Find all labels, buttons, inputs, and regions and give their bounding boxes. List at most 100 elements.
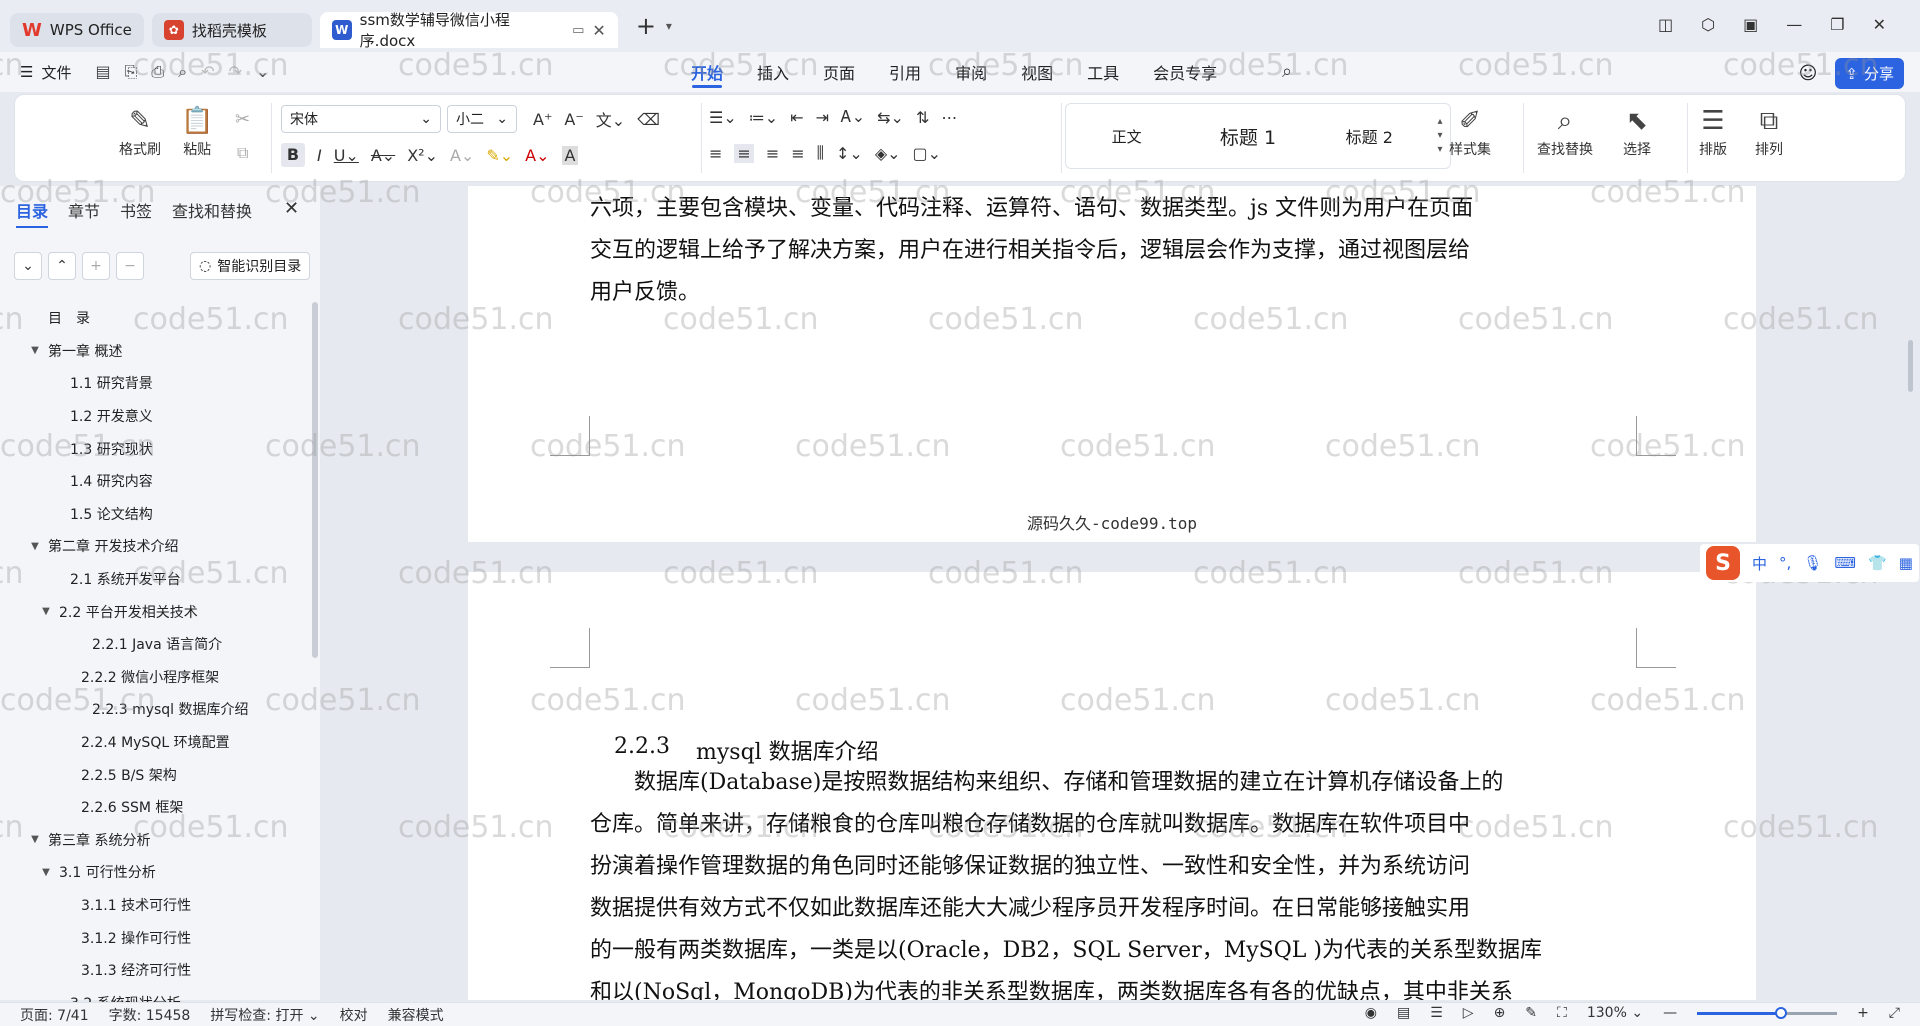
toc-item[interactable]: 2.2.1 Java 语言简介 xyxy=(0,628,310,661)
chevron-down-icon[interactable]: ▼ xyxy=(39,606,53,617)
border-icon[interactable]: ▢⌄ xyxy=(913,144,942,163)
zoom-knob[interactable] xyxy=(1775,1006,1788,1019)
tab-wps-office[interactable]: W WPS Office xyxy=(10,13,144,47)
play-icon[interactable]: ▷ xyxy=(1463,1005,1474,1021)
web-view-icon[interactable]: ⊕ xyxy=(1494,1005,1506,1021)
copy-icon[interactable]: ⧉ xyxy=(237,143,248,163)
page-count[interactable]: 页面: 7/41 xyxy=(20,1005,89,1025)
outline-view-icon[interactable]: ☰ xyxy=(1430,1005,1443,1021)
toc-item[interactable]: ▼ 3.1 可行性分析 xyxy=(0,856,310,889)
style-set-button[interactable]: ✐ 样式集 xyxy=(1449,103,1491,159)
zoom-in-icon[interactable]: + xyxy=(1857,1005,1869,1021)
chevron-down-icon[interactable]: ▾ xyxy=(666,19,672,33)
increase-indent-icon[interactable]: ⇥ xyxy=(816,108,829,127)
expand-all-icon[interactable]: ⌄ xyxy=(14,252,42,280)
toc-item[interactable]: 1.5 论文结构 xyxy=(0,498,310,531)
toc-item[interactable]: ▼ 第三章 系统分析 xyxy=(0,824,310,857)
convert-icon[interactable]: ⇆⌄ xyxy=(877,108,904,127)
print-icon[interactable]: ⎙ xyxy=(151,62,164,82)
chat-icon[interactable]: ☺ xyxy=(1799,63,1818,84)
search-icon[interactable]: ⌕ xyxy=(1282,61,1292,82)
collapse-all-icon[interactable]: ⌃ xyxy=(48,252,76,280)
redo-icon[interactable]: ↷ xyxy=(229,62,242,82)
nav-tab-bookmarks[interactable]: 书签 xyxy=(120,198,152,228)
clear-format-icon[interactable]: ⌫ xyxy=(637,110,660,129)
italic-icon[interactable]: I xyxy=(317,146,322,165)
toc-item[interactable]: 3.1.3 经济可行性 xyxy=(0,954,310,987)
font-size-select[interactable]: 小二 ⌄ xyxy=(447,105,517,133)
chevron-down-icon[interactable]: ⌄ xyxy=(256,62,269,82)
strikethrough-icon[interactable]: A⌄ xyxy=(371,146,395,165)
show-marks-icon[interactable]: ⋯ xyxy=(941,108,957,127)
spell-check[interactable]: 拼写检查: 打开 ⌄ xyxy=(210,1005,319,1025)
highlight-icon[interactable]: ✎⌄ xyxy=(486,146,513,165)
style-normal[interactable]: 正文 xyxy=(1066,126,1187,147)
zoom-level[interactable]: 130% ⌄ xyxy=(1587,1005,1643,1021)
tab-document[interactable]: W ssm数学辅导微信小程序.docx ▭ ✕ xyxy=(319,11,618,50)
font-color-icon[interactable]: A⌄ xyxy=(525,146,549,165)
paste-button[interactable]: 📋 粘贴 xyxy=(181,103,213,159)
sort-icon[interactable]: ⇅ xyxy=(916,108,929,127)
nav-tab-find[interactable]: 查找和替换 xyxy=(172,198,252,228)
toc-item[interactable]: 1.4 研究内容 xyxy=(0,465,310,498)
align-left-icon[interactable]: ≡ xyxy=(709,144,722,163)
arrange-button[interactable]: ⧉ 排列 xyxy=(1755,103,1783,159)
align-right-icon[interactable]: ≡ xyxy=(766,144,779,163)
toc-item[interactable]: 目 录 xyxy=(0,302,310,335)
tab-template[interactable]: ✿ 找稻壳模板 xyxy=(151,13,312,47)
toc-item[interactable]: 2.1 系统开发平台 xyxy=(0,563,310,596)
close-icon[interactable]: ✕ xyxy=(284,198,299,219)
keyboard-icon[interactable]: ⌨ xyxy=(1834,554,1856,572)
tab-references[interactable]: 引用 xyxy=(872,52,938,92)
toc-item[interactable]: ▼ 第一章 概述 xyxy=(0,335,310,368)
align-center-icon[interactable]: ≡ xyxy=(734,143,754,163)
ime-punct[interactable]: °, xyxy=(1779,554,1791,572)
find-replace-button[interactable]: ⌕ 查找替换 xyxy=(1537,103,1593,159)
proofread[interactable]: 校对 xyxy=(340,1005,368,1025)
pen-icon[interactable]: ✎ xyxy=(1525,1005,1537,1021)
nav-tab-sections[interactable]: 章节 xyxy=(68,198,100,228)
microphone-icon[interactable]: 🎙 xyxy=(1803,554,1822,572)
page-view-icon[interactable]: ▤ xyxy=(1397,1005,1410,1021)
zoom-slider[interactable] xyxy=(1697,1006,1838,1019)
restore-icon[interactable]: ❐ xyxy=(1830,15,1844,34)
chevron-down-icon[interactable]: ▼ xyxy=(28,345,42,356)
word-count[interactable]: 字数: 15458 xyxy=(109,1005,191,1025)
toc-item[interactable]: 3.1.1 技术可行性 xyxy=(0,889,310,922)
document-scrollbar[interactable] xyxy=(1908,340,1913,392)
share-button[interactable]: ⇪ 分享 xyxy=(1835,58,1904,89)
toc-item[interactable]: 1.3 研究现状 xyxy=(0,432,310,465)
chevron-down-icon[interactable]: ▼ xyxy=(28,541,42,552)
nav-tab-toc[interactable]: 目录 xyxy=(16,198,49,228)
zoom-out-icon[interactable]: — xyxy=(1663,1005,1677,1021)
cut-icon[interactable]: ✂ xyxy=(235,109,250,130)
toc-item[interactable]: 3.1.2 操作可行性 xyxy=(0,921,310,954)
remove-item-icon[interactable]: − xyxy=(116,252,144,280)
toc-item[interactable]: ▼ 2.2 平台开发相关技术 xyxy=(0,595,310,628)
text-effect-icon[interactable]: A⌄ xyxy=(450,146,474,165)
shrink-font-icon[interactable]: A⁻ xyxy=(564,110,583,129)
chevron-down-icon[interactable]: ▼ xyxy=(28,834,42,845)
sidebar-toggle-icon[interactable]: ◫ xyxy=(1658,15,1673,34)
grow-font-icon[interactable]: A⁺ xyxy=(533,110,552,129)
body-paragraph[interactable]: 六项，主要包含模块、变量、代码注释、运算符、语句、数据类型。js 文件则为用户在… xyxy=(590,188,1636,314)
phonetic-icon[interactable]: 文⌄ xyxy=(596,107,625,131)
undo-icon[interactable]: ↶ xyxy=(201,62,214,82)
justify-icon[interactable]: ≡ xyxy=(791,144,804,163)
eye-icon[interactable]: ◉ xyxy=(1365,1005,1377,1021)
ime-mode[interactable]: 中 xyxy=(1752,553,1767,574)
style-heading1[interactable]: 标题 1 xyxy=(1187,123,1308,150)
format-painter-button[interactable]: ✎ 格式刷 xyxy=(119,103,161,159)
style-heading2[interactable]: 标题 2 xyxy=(1309,124,1430,148)
toc-item[interactable]: 2.2.6 SSM 框架 xyxy=(0,791,310,824)
tab-page[interactable]: 页面 xyxy=(806,52,872,92)
fit-icon[interactable]: ⛶ xyxy=(1557,1005,1567,1021)
save-icon[interactable]: ▤ xyxy=(95,62,110,82)
nav-scrollbar[interactable] xyxy=(312,302,318,658)
cube-icon[interactable]: ⬡ xyxy=(1701,15,1715,34)
bullet-list-icon[interactable]: ☰⌄ xyxy=(709,108,737,127)
toc-item[interactable]: 1.2 开发意义 xyxy=(0,400,310,433)
print-preview-icon[interactable]: ⌕ xyxy=(178,62,187,82)
tab-review[interactable]: 审阅 xyxy=(938,52,1004,92)
toc-item[interactable]: 2.2.4 MySQL 环境配置 xyxy=(0,726,310,759)
